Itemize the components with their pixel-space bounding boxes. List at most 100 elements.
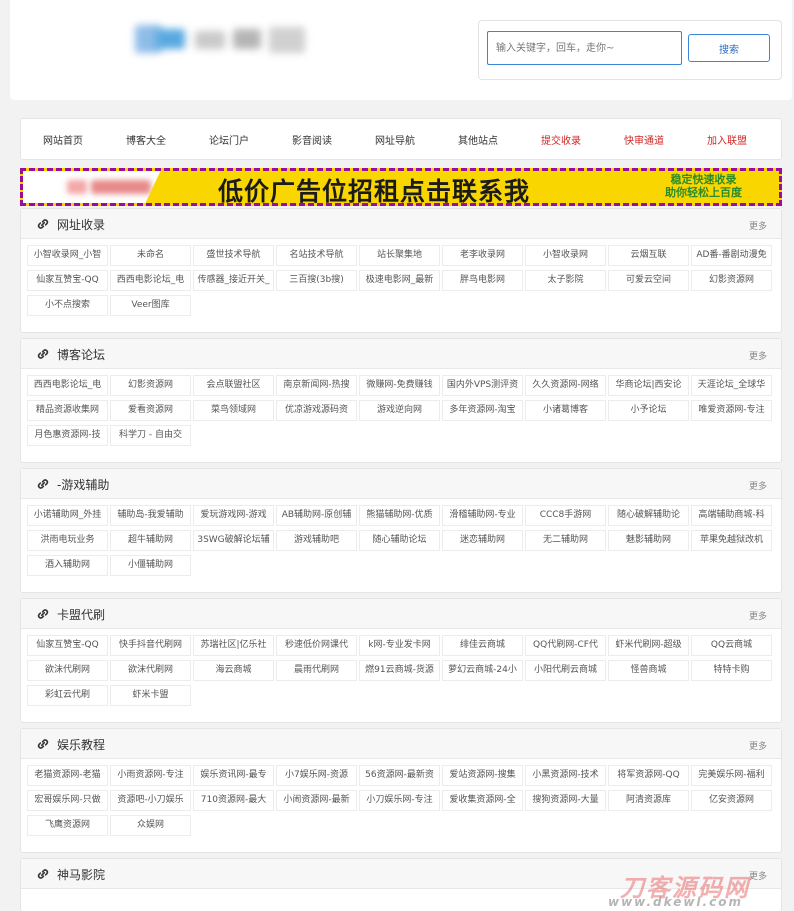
site-link[interactable]: 盛世技术导航 [193, 245, 274, 266]
site-link[interactable]: CCC8手游网 [525, 505, 606, 526]
site-link[interactable]: 众娱网 [110, 815, 191, 836]
site-link[interactable]: 小予论坛 [608, 400, 689, 421]
site-link[interactable]: 小智收录网 [525, 245, 606, 266]
site-link[interactable]: 超牛辅助网 [110, 530, 191, 551]
site-link[interactable]: 飞鹰资源网 [27, 815, 108, 836]
site-link[interactable]: 阿清资源库 [608, 790, 689, 811]
site-link[interactable]: 西西电影论坛_电 [110, 270, 191, 291]
site-link[interactable]: 完美娱乐网-福利 [691, 765, 772, 786]
more-link[interactable]: 更多 [749, 609, 767, 622]
site-link[interactable]: 将军资源网-QQ [608, 765, 689, 786]
site-link[interactable]: 欲沫代刷网 [110, 660, 191, 681]
site-link[interactable]: 酒入辅助网 [27, 555, 108, 576]
site-link[interactable]: 小雨资源网-专注 [110, 765, 191, 786]
site-link[interactable]: 随心辅助论坛 [359, 530, 440, 551]
site-link[interactable]: 宏哥娱乐网-只做 [27, 790, 108, 811]
site-link[interactable]: 海云商城 [193, 660, 274, 681]
site-link[interactable]: 洪雨电玩业务 [27, 530, 108, 551]
site-link[interactable]: 三百搜(3b搜) [276, 270, 357, 291]
ad-banner[interactable]: 低价广告位招租点击联系我 稳定快速收录 助你轻松上百度 [20, 168, 782, 206]
site-link[interactable]: 快手抖音代刷网 [110, 635, 191, 656]
site-link[interactable]: 苹果免越狱改机 [691, 530, 772, 551]
site-link[interactable]: 滑稽辅助网-专业 [442, 505, 523, 526]
site-link[interactable]: 可爱云空间 [608, 270, 689, 291]
site-link[interactable]: 游戏辅助吧 [276, 530, 357, 551]
site-link[interactable]: 56资源网-最新资 [359, 765, 440, 786]
site-link[interactable]: 西西电影论坛_电 [27, 375, 108, 396]
site-link[interactable]: 小诺辅助网_外挂 [27, 505, 108, 526]
site-link[interactable]: 高端辅助商城-科 [691, 505, 772, 526]
site-link[interactable]: 虾米代刷网-超级 [608, 635, 689, 656]
site-link[interactable]: 月色惠资源网-技 [27, 425, 108, 446]
nav-item-forums[interactable]: 论坛门户 [209, 132, 249, 147]
site-link[interactable]: 国内外VPS测评资 [442, 375, 523, 396]
more-link[interactable]: 更多 [749, 739, 767, 752]
site-link[interactable]: 燃91云商城-货源 [359, 660, 440, 681]
site-link[interactable]: 娱乐资讯网-最专 [193, 765, 274, 786]
site-link[interactable]: 仙家互赞宝-QQ [27, 635, 108, 656]
site-logo[interactable] [125, 15, 315, 67]
site-link[interactable]: QQ代刷网-CF代 [525, 635, 606, 656]
more-link[interactable]: 更多 [749, 479, 767, 492]
site-link[interactable]: 科学刀 - 自由交 [110, 425, 191, 446]
site-link[interactable]: 无二辅助网 [525, 530, 606, 551]
site-link[interactable]: 爱看资源网 [110, 400, 191, 421]
site-link[interactable]: 微赚网-免费赚钱 [359, 375, 440, 396]
site-link[interactable]: 天涯论坛_全球华 [691, 375, 772, 396]
site-link[interactable]: 传感器_接近开关_ [193, 270, 274, 291]
site-link[interactable]: 幻影资源网 [110, 375, 191, 396]
site-link[interactable]: 多年资源网-淘宝 [442, 400, 523, 421]
site-link[interactable]: 会点联盟社区 [193, 375, 274, 396]
site-link[interactable]: 优凉游戏源码资 [276, 400, 357, 421]
site-link[interactable]: 太子影院 [525, 270, 606, 291]
site-link[interactable]: 小阳代刷云商城 [525, 660, 606, 681]
site-link[interactable]: 710资源网-最大 [193, 790, 274, 811]
more-link[interactable]: 更多 [749, 869, 767, 882]
site-link[interactable]: 游戏逆向网 [359, 400, 440, 421]
site-link[interactable]: 精品资源收集网 [27, 400, 108, 421]
site-link[interactable]: 魅影辅助网 [608, 530, 689, 551]
site-link[interactable]: 老猫资源网-老猫 [27, 765, 108, 786]
nav-item-fast-review[interactable]: 快审通道 [624, 132, 664, 147]
site-link[interactable]: 特特卡购 [691, 660, 772, 681]
site-link[interactable]: 极速电影网_最新 [359, 270, 440, 291]
site-link[interactable]: 爱收集资源网-全 [442, 790, 523, 811]
site-link[interactable]: 小闹资源网-最新 [276, 790, 357, 811]
nav-item-join[interactable]: 加入联盟 [707, 132, 747, 147]
site-link[interactable]: 小僵辅助网 [110, 555, 191, 576]
site-link[interactable]: 爱站资源网-搜集 [442, 765, 523, 786]
site-link[interactable]: 老李收录网 [442, 245, 523, 266]
nav-item-other[interactable]: 其他站点 [458, 132, 498, 147]
site-link[interactable]: 南京新闻网-热搜 [276, 375, 357, 396]
site-link[interactable]: 菜鸟领域网 [193, 400, 274, 421]
search-button[interactable]: 搜索 [688, 34, 770, 62]
site-link[interactable]: 爱玩游戏网-游戏 [193, 505, 274, 526]
site-link[interactable]: 小诸葛博客 [525, 400, 606, 421]
search-input[interactable] [487, 31, 682, 65]
nav-item-directory[interactable]: 网址导航 [375, 132, 415, 147]
site-link[interactable]: 久久资源网-网络 [525, 375, 606, 396]
site-link[interactable]: 小黑资源网-技术 [525, 765, 606, 786]
site-link[interactable]: 绯佳云商城 [442, 635, 523, 656]
site-link[interactable]: 云烟互联 [608, 245, 689, 266]
site-link[interactable]: 胖鸟电影网 [442, 270, 523, 291]
site-link[interactable]: 资源吧-小刀娱乐 [110, 790, 191, 811]
site-link[interactable]: 幻影资源网 [691, 270, 772, 291]
site-link[interactable]: 唯爱资源网-专注 [691, 400, 772, 421]
site-link[interactable]: 3SWG破解论坛辅 [193, 530, 274, 551]
site-link[interactable]: 小不点搜索 [27, 295, 108, 316]
site-link[interactable]: AD番-番剧动漫免 [691, 245, 772, 266]
site-link[interactable]: QQ云商城 [691, 635, 772, 656]
site-link[interactable]: 亿安资源网 [691, 790, 772, 811]
site-link[interactable]: Veer图库 [110, 295, 191, 316]
more-link[interactable]: 更多 [749, 349, 767, 362]
site-link[interactable]: 随心破解辅助论 [608, 505, 689, 526]
site-link[interactable]: 迷恋辅助网 [442, 530, 523, 551]
site-link[interactable]: 虾米卡盟 [110, 685, 191, 706]
site-link[interactable]: k网-专业发卡网 [359, 635, 440, 656]
site-link[interactable]: 彩虹云代刷 [27, 685, 108, 706]
site-link[interactable]: 小刀娱乐网-专注 [359, 790, 440, 811]
site-link[interactable]: 小智收录网_小智 [27, 245, 108, 266]
site-link[interactable]: 欲沫代刷网 [27, 660, 108, 681]
site-link[interactable]: 未命名 [110, 245, 191, 266]
